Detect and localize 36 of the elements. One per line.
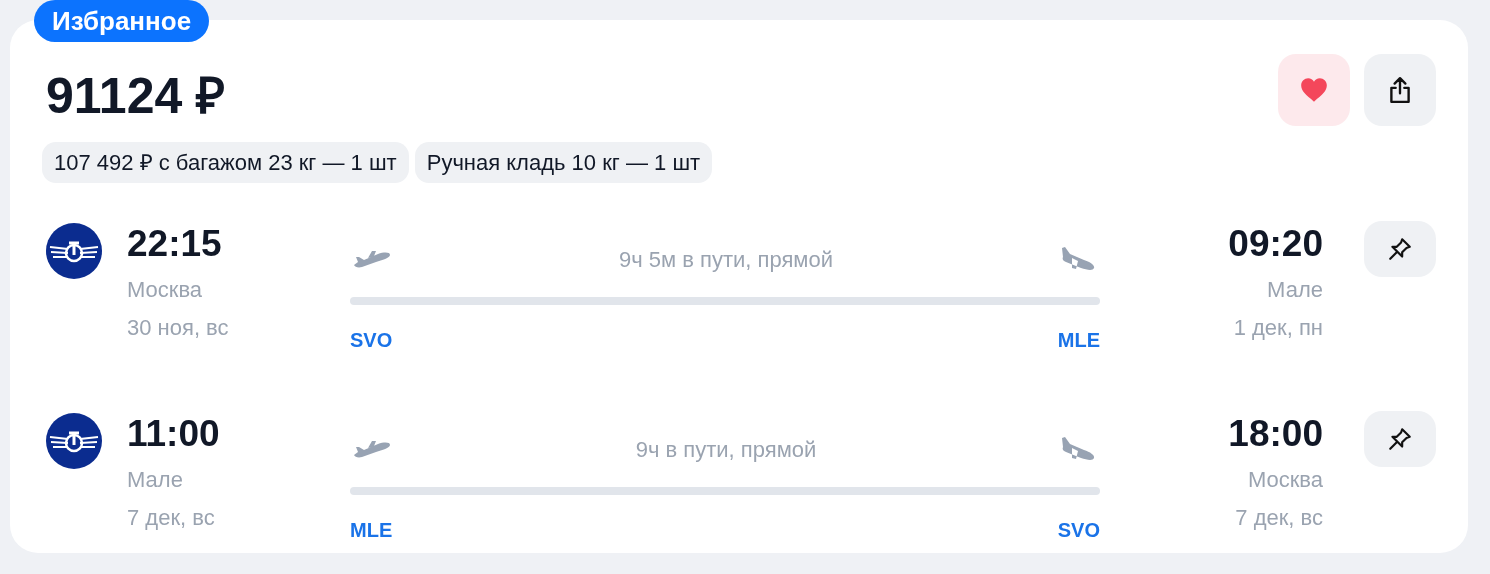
baggage-chip: 107 492 ₽ с багажом 23 кг — 1 шт [42,142,409,183]
share-button[interactable] [1364,54,1436,126]
arrival-city: Москва [1247,466,1323,494]
departure-date: 30 ноя, вс [127,314,230,342]
departure-city: Москва [127,276,204,304]
arrival-time: 18:00 [1228,412,1323,456]
departure-time: 22:15 [127,222,223,266]
baggage-chip: Ручная кладь 10 кг — 1 шт [414,142,713,183]
ticket-price: 91124 ₽ [46,67,226,126]
departure-time: 11:00 [127,412,221,456]
pin-button[interactable] [1364,221,1436,277]
airline-logo [46,413,102,469]
pin-button[interactable] [1364,411,1436,467]
airport-code: SVO [1057,518,1100,543]
airport-code: MLE [350,518,393,543]
arrival-date: 1 дек, пн [1233,314,1323,342]
arrival-city: Мале [1267,276,1323,304]
pin-icon [1387,236,1413,262]
takeoff-plane-icon [352,439,392,459]
departure-date: 7 дек, вс [127,504,216,532]
departure-city: Мале [127,466,184,494]
favorite-button[interactable] [1278,54,1350,126]
takeoff-plane-icon [352,249,392,269]
heart-icon [1300,77,1328,103]
landing-plane-icon [1060,436,1096,462]
arrival-date: 7 дек, вс [1235,504,1323,532]
flight-duration: 9ч в пути, прямой [635,435,817,464]
airport-code: SVO [350,328,393,353]
airline-logo [46,223,102,279]
arrival-time: 09:20 [1228,222,1323,266]
favorites-badge: Избранное [34,0,210,42]
airport-code: MLE [1057,328,1100,353]
landing-plane-icon [1060,246,1096,272]
flight-duration: 9ч 5м в пути, прямой [618,245,834,274]
share-icon [1387,76,1413,104]
pin-icon [1387,426,1413,452]
